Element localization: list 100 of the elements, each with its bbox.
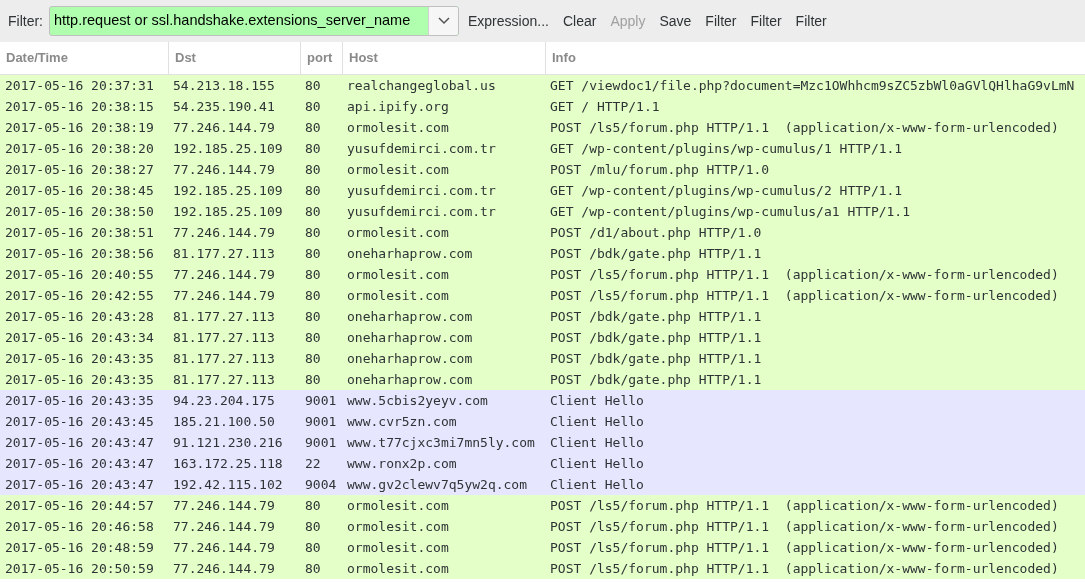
table-cell: 80 [305, 497, 321, 513]
table-cell: 80 [305, 245, 321, 261]
toolbar-button[interactable]: Filter [745, 6, 787, 36]
packet-row[interactable]: 2017-05-16 20:38:56 81.177.27.113 80 oneharhaprow.com POST /bdk/gate.php HTTP/1.1 [0, 243, 1085, 264]
table-cell: 2017-05-16 20:43:47 [5, 434, 154, 450]
packet-row[interactable]: 2017-05-16 20:42:55 77.246.144.79 80 ormolesit.com POST /ls5/forum.php HTTP/1.1 (application/x-www-form-urlencoded) [0, 285, 1085, 306]
table-cell: oneharhaprow.com [347, 308, 473, 324]
packet-row[interactable]: 2017-05-16 20:38:45 192.185.25.109 80 yusufdemirci.com.tr GET /wp-content/plugins/wp-cumulus/2 HTTP/1.1 [0, 180, 1085, 201]
table-cell: 54.235.190.41 [173, 98, 275, 114]
table-cell: 81.177.27.113 [173, 371, 275, 387]
table-cell: 80 [305, 266, 321, 282]
table-cell: 77.246.144.79 [173, 119, 275, 135]
packet-row[interactable]: 2017-05-16 20:50:59 77.246.144.79 80 ormolesit.com POST /ls5/forum.php HTTP/1.1 (application/x-www-form-urlencoded) [0, 558, 1085, 579]
table-cell: 163.172.25.118 [173, 455, 283, 471]
table-cell: 81.177.27.113 [173, 245, 275, 261]
packet-row[interactable]: 2017-05-16 20:43:35 94.23.204.175 9001 www.5cbis2yeyv.com Client Hello [0, 390, 1085, 411]
table-cell: 2017-05-16 20:38:45 [5, 182, 154, 198]
table-cell: ormolesit.com [347, 497, 449, 513]
table-cell: 80 [305, 308, 321, 324]
table-cell: www.ronx2p.com [347, 455, 457, 471]
table-cell: 80 [305, 329, 321, 345]
packet-row[interactable]: 2017-05-16 20:38:19 77.246.144.79 80 ormolesit.com POST /ls5/forum.php HTTP/1.1 (application/x-www-form-urlencoded) [0, 117, 1085, 138]
table-cell: www.5cbis2yeyv.com [347, 392, 488, 408]
table-cell: 77.246.144.79 [173, 518, 275, 534]
table-cell: 192.185.25.109 [173, 182, 283, 198]
table-cell: 77.246.144.79 [173, 539, 275, 555]
table-cell: 2017-05-16 20:43:34 [5, 329, 154, 345]
table-cell: 80 [305, 77, 321, 93]
table-cell: 54.213.18.155 [173, 77, 275, 93]
toolbar-button[interactable]: Filter [700, 6, 742, 36]
table-cell: 77.246.144.79 [173, 560, 275, 576]
table-cell: 80 [305, 140, 321, 156]
table-cell: 81.177.27.113 [173, 308, 275, 324]
packet-row[interactable]: 2017-05-16 20:43:28 81.177.27.113 80 oneharhaprow.com POST /bdk/gate.php HTTP/1.1 [0, 306, 1085, 327]
table-cell: 2017-05-16 20:43:47 [5, 476, 154, 492]
table-cell: POST /mlu/forum.php HTTP/1.0 [550, 161, 770, 177]
packet-row[interactable]: 2017-05-16 20:43:47 163.172.25.118 22 www.ronx2p.com Client Hello [0, 453, 1085, 474]
toolbar-button[interactable]: Save [654, 6, 697, 36]
packet-row[interactable]: 2017-05-16 20:38:15 54.235.190.41 80 api.ipify.org GET / HTTP/1.1 [0, 96, 1085, 117]
table-cell: www.t77cjxc3mi7mn5ly.com [347, 434, 535, 450]
table-cell: POST /bdk/gate.php HTTP/1.1 [550, 329, 762, 345]
table-cell: 2017-05-16 20:43:47 [5, 455, 154, 471]
toolbar-button[interactable]: Filter [790, 6, 832, 36]
table-cell: Client Hello [550, 392, 644, 408]
packet-row[interactable]: 2017-05-16 20:43:35 81.177.27.113 80 oneharhaprow.com POST /bdk/gate.php HTTP/1.1 [0, 348, 1085, 369]
table-cell: 185.21.100.50 [173, 413, 275, 429]
toolbar-button[interactable]: Clear [557, 6, 602, 36]
table-cell: ormolesit.com [347, 224, 449, 240]
table-cell: 80 [305, 371, 321, 387]
packet-row[interactable]: 2017-05-16 20:38:50 192.185.25.109 80 yusufdemirci.com.tr GET /wp-content/plugins/wp-cumulus/a1 HTTP/1.1 [0, 201, 1085, 222]
table-cell: oneharhaprow.com [347, 371, 473, 387]
table-cell: POST /ls5/forum.php HTTP/1.1 (application/x-www-form-urlencoded) [550, 560, 1059, 576]
packet-row[interactable]: 2017-05-16 20:43:35 81.177.27.113 80 oneharhaprow.com POST /bdk/gate.php HTTP/1.1 [0, 369, 1085, 390]
table-cell: 2017-05-16 20:38:56 [5, 245, 154, 261]
table-cell: ormolesit.com [347, 560, 449, 576]
packet-row[interactable]: 2017-05-16 20:43:45 185.21.100.50 9001 www.cvr5zn.com Client Hello [0, 411, 1085, 432]
toolbar-button[interactable]: Expression... [463, 6, 554, 36]
packet-row[interactable]: 2017-05-16 20:38:27 77.246.144.79 80 ormolesit.com POST /mlu/forum.php HTTP/1.0 [0, 159, 1085, 180]
table-cell: POST /ls5/forum.php HTTP/1.1 (application/x-www-form-urlencoded) [550, 518, 1059, 534]
packet-row[interactable]: 2017-05-16 20:43:47 91.121.230.216 9001 www.t77cjxc3mi7mn5ly.com Client Hello [0, 432, 1085, 453]
table-cell: 2017-05-16 20:38:19 [5, 119, 154, 135]
table-cell: 94.23.204.175 [173, 392, 275, 408]
table-cell: 192.185.25.109 [173, 203, 283, 219]
packet-row[interactable]: 2017-05-16 20:40:55 77.246.144.79 80 ormolesit.com POST /ls5/forum.php HTTP/1.1 (application/x-www-form-urlencoded) [0, 264, 1085, 285]
table-cell: 2017-05-16 20:38:50 [5, 203, 154, 219]
packet-row[interactable]: 2017-05-16 20:43:47 192.42.115.102 9004 www.gv2clewv7q5yw2q.com Client Hello [0, 474, 1085, 495]
filter-field[interactable]: http.request or ssl.handshake.extensions_server_name [49, 6, 459, 36]
table-cell: 81.177.27.113 [173, 350, 275, 366]
table-cell: GET /viewdoc1/file.php?document=Mzc1OWhhcm9sZC5zbWl0aGVlQHlhaG9vLmN [550, 77, 1075, 93]
packet-row[interactable]: 2017-05-16 20:46:58 77.246.144.79 80 ormolesit.com POST /ls5/forum.php HTTP/1.1 (application/x-www-form-urlencoded) [0, 516, 1085, 537]
table-cell: 2017-05-16 20:46:58 [5, 518, 154, 534]
table-cell: 77.246.144.79 [173, 497, 275, 513]
table-cell: 80 [305, 182, 321, 198]
table-cell: 81.177.27.113 [173, 329, 275, 345]
packet-row[interactable]: 2017-05-16 20:38:20 192.185.25.109 80 yusufdemirci.com.tr GET /wp-content/plugins/wp-cumulus/1 HTTP/1.1 [0, 138, 1085, 159]
packet-row[interactable]: 2017-05-16 20:43:34 81.177.27.113 80 oneharhaprow.com POST /bdk/gate.php HTTP/1.1 [0, 327, 1085, 348]
table-cell: 2017-05-16 20:38:15 [5, 98, 154, 114]
table-cell: Client Hello [550, 455, 644, 471]
table-cell: realchangeglobal.us [347, 77, 496, 93]
packet-row[interactable]: 2017-05-16 20:44:57 77.246.144.79 80 ormolesit.com POST /ls5/forum.php HTTP/1.1 (application/x-www-form-urlencoded) [0, 495, 1085, 516]
table-cell: ormolesit.com [347, 161, 449, 177]
table-cell: yusufdemirci.com.tr [347, 182, 496, 198]
table-cell: 9001 [305, 434, 337, 450]
table-cell: 91.121.230.216 [173, 434, 283, 450]
table-cell: POST /ls5/forum.php HTTP/1.1 (application/x-www-form-urlencoded) [550, 266, 1059, 282]
table-cell: 2017-05-16 20:48:59 [5, 539, 154, 555]
table-cell: 2017-05-16 20:43:35 [5, 350, 154, 366]
column-header[interactable]: port [300, 42, 342, 74]
table-cell: GET /wp-content/plugins/wp-cumulus/a1 HTTP/1.1 [550, 203, 911, 219]
packet-row[interactable]: 2017-05-16 20:37:31 54.213.18.155 80 realchangeglobal.us GET /viewdoc1/file.php?document=Mzc1OWhhcm9sZC5zbWl0aGVlQHlhaG9vLmN [0, 75, 1085, 96]
table-cell: 2017-05-16 20:44:57 [5, 497, 154, 513]
table-cell: www.gv2clewv7q5yw2q.com [347, 476, 527, 492]
table-cell: ormolesit.com [347, 266, 449, 282]
table-cell: ormolesit.com [347, 539, 449, 555]
packet-row[interactable]: 2017-05-16 20:38:51 77.246.144.79 80 ormolesit.com POST /d1/about.php HTTP/1.0 [0, 222, 1085, 243]
packet-row[interactable]: 2017-05-16 20:48:59 77.246.144.79 80 ormolesit.com POST /ls5/forum.php HTTP/1.1 (application/x-www-form-urlencoded) [0, 537, 1085, 558]
table-cell: api.ipify.org [347, 98, 449, 114]
table-cell: Client Hello [550, 434, 644, 450]
table-cell: ormolesit.com [347, 518, 449, 534]
table-cell: 2017-05-16 20:38:20 [5, 140, 154, 156]
